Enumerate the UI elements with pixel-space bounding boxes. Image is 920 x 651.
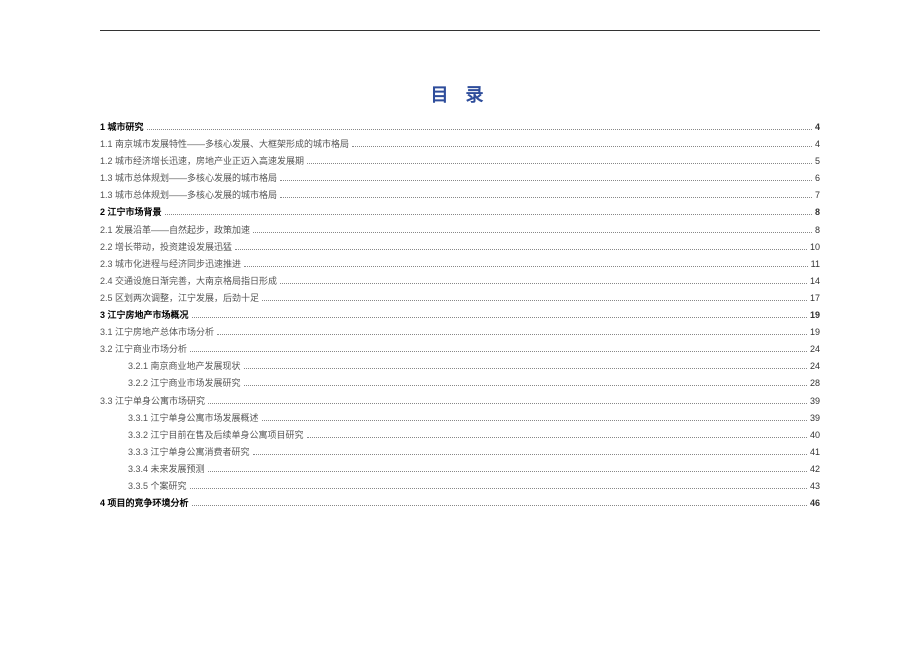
toc-leader-dots xyxy=(307,163,812,164)
toc-entry-page: 17 xyxy=(810,290,820,307)
toc-entry-label: 1.3 城市总体规划——多核心发展的城市格局 xyxy=(100,187,277,204)
toc-entry-page: 8 xyxy=(815,222,820,239)
toc-entry-label: 3.3.4 未来发展预测 xyxy=(128,461,205,478)
toc-entry: 2.1 发展沿革——自然起步，政策加速 8 xyxy=(100,222,820,239)
toc-entry-page: 8 xyxy=(815,204,820,221)
toc-entry-page: 4 xyxy=(815,119,820,136)
toc-entry-label: 2 江宁市场背景 xyxy=(100,204,162,221)
toc-leader-dots xyxy=(280,180,812,181)
header-divider xyxy=(100,30,820,31)
toc-entry: 2 江宁市场背景 8 xyxy=(100,204,820,221)
toc-entry-page: 41 xyxy=(810,444,820,461)
toc-entry: 2.5 区划两次调整，江宁发展，后劲十足 17 xyxy=(100,290,820,307)
toc-entry-page: 28 xyxy=(810,375,820,392)
toc-entry-page: 40 xyxy=(810,427,820,444)
toc-leader-dots xyxy=(253,454,807,455)
toc-entry: 3.3 江宁单身公寓市场研究 39 xyxy=(100,393,820,410)
toc-leader-dots xyxy=(244,385,807,386)
toc-entry: 3.2.1 南京商业地产发展现状 24 xyxy=(100,358,820,375)
toc-entry-label: 3.2.1 南京商业地产发展现状 xyxy=(128,358,241,375)
toc-entry-page: 39 xyxy=(810,410,820,427)
toc-entry: 3.3.3 江宁单身公寓消费者研究 41 xyxy=(100,444,820,461)
toc-entry-page: 19 xyxy=(810,307,820,324)
toc-entry-page: 7 xyxy=(815,187,820,204)
toc-entry: 2.4 交通设施日渐完善，大南京格局指日形成 14 xyxy=(100,273,820,290)
toc-leader-dots xyxy=(244,368,807,369)
toc-entry-label: 2.1 发展沿革——自然起步，政策加速 xyxy=(100,222,250,239)
toc-entry-page: 24 xyxy=(810,341,820,358)
toc-entry-label: 3.3.3 江宁单身公寓消费者研究 xyxy=(128,444,250,461)
toc-entry-page: 10 xyxy=(810,239,820,256)
toc-entry-page: 42 xyxy=(810,461,820,478)
toc-entry-page: 19 xyxy=(810,324,820,341)
toc-leader-dots xyxy=(307,437,807,438)
toc-leader-dots xyxy=(165,214,812,215)
toc-leader-dots xyxy=(235,249,807,250)
toc-leader-dots xyxy=(253,232,812,233)
toc-entry: 3.2.2 江宁商业市场发展研究 28 xyxy=(100,375,820,392)
toc-leader-dots xyxy=(244,266,808,267)
toc-entry: 1.3 城市总体规划——多核心发展的城市格局 7 xyxy=(100,187,820,204)
toc-entry-page: 6 xyxy=(815,170,820,187)
table-of-contents: 1 城市研究41.1 南京城市发展特性——多核心发展、大框架形成的城市格局41.… xyxy=(100,119,820,512)
toc-entry-label: 3.3.5 个案研究 xyxy=(128,478,187,495)
toc-entry-page: 24 xyxy=(810,358,820,375)
toc-entry-label: 2.5 区划两次调整，江宁发展，后劲十足 xyxy=(100,290,259,307)
toc-leader-dots xyxy=(280,283,807,284)
toc-entry: 3.2 江宁商业市场分析 24 xyxy=(100,341,820,358)
toc-leader-dots xyxy=(217,334,807,335)
toc-entry: 3.3.4 未来发展预测 42 xyxy=(100,461,820,478)
toc-entry-page: 5 xyxy=(815,153,820,170)
toc-entry: 2.3 城市化进程与经济同步迅速推进 11 xyxy=(100,256,820,273)
toc-entry-label: 1.3 城市总体规划——多核心发展的城市格局 xyxy=(100,170,277,187)
toc-entry: 3.1 江宁房地产总体市场分析 19 xyxy=(100,324,820,341)
toc-leader-dots xyxy=(262,300,807,301)
toc-leader-dots xyxy=(280,197,812,198)
toc-entry-label: 3.1 江宁房地产总体市场分析 xyxy=(100,324,214,341)
toc-entry-label: 4 项目的竞争环境分析 xyxy=(100,495,189,512)
toc-entry-label: 2.2 增长带动，投资建设发展迅猛 xyxy=(100,239,232,256)
toc-entry: 3.3.2 江宁目前在售及后续单身公寓项目研究 40 xyxy=(100,427,820,444)
toc-leader-dots xyxy=(147,129,812,130)
toc-leader-dots xyxy=(208,403,807,404)
toc-leader-dots xyxy=(208,471,807,472)
toc-leader-dots xyxy=(190,488,807,489)
toc-entry-page: 46 xyxy=(810,495,820,512)
toc-entry-page: 14 xyxy=(810,273,820,290)
toc-entry: 2.2 增长带动，投资建设发展迅猛 10 xyxy=(100,239,820,256)
toc-entry-label: 1.2 城市经济增长迅速，房地产业正迈入高速发展期 xyxy=(100,153,304,170)
toc-entry-label: 1 城市研究 xyxy=(100,119,144,136)
toc-entry-label: 3.3 江宁单身公寓市场研究 xyxy=(100,393,205,410)
toc-entry: 3.3.1 江宁单身公寓市场发展概述 39 xyxy=(100,410,820,427)
toc-entry-page: 39 xyxy=(810,393,820,410)
toc-leader-dots xyxy=(262,420,807,421)
toc-leader-dots xyxy=(190,351,807,352)
toc-entry-label: 3.2.2 江宁商业市场发展研究 xyxy=(128,375,241,392)
toc-entry-label: 3.3.2 江宁目前在售及后续单身公寓项目研究 xyxy=(128,427,304,444)
toc-entry-page: 11 xyxy=(811,256,820,273)
toc-entry-label: 3.3.1 江宁单身公寓市场发展概述 xyxy=(128,410,259,427)
toc-leader-dots xyxy=(352,146,812,147)
toc-entry-label: 3.2 江宁商业市场分析 xyxy=(100,341,187,358)
toc-entry: 1.2 城市经济增长迅速，房地产业正迈入高速发展期 5 xyxy=(100,153,820,170)
toc-title: 目 录 xyxy=(100,81,820,107)
toc-entry: 1.1 南京城市发展特性——多核心发展、大框架形成的城市格局 4 xyxy=(100,136,820,153)
toc-entry-label: 1.1 南京城市发展特性——多核心发展、大框架形成的城市格局 xyxy=(100,136,349,153)
toc-entry-page: 43 xyxy=(810,478,820,495)
toc-entry: 4 项目的竞争环境分析 46 xyxy=(100,495,820,512)
toc-entry-label: 2.4 交通设施日渐完善，大南京格局指日形成 xyxy=(100,273,277,290)
toc-entry-page: 4 xyxy=(815,136,820,153)
toc-entry: 1.3 城市总体规划——多核心发展的城市格局 6 xyxy=(100,170,820,187)
toc-entry: 3 江宁房地产市场概况 19 xyxy=(100,307,820,324)
toc-entry: 1 城市研究 4 xyxy=(100,119,820,136)
toc-entry-label: 3 江宁房地产市场概况 xyxy=(100,307,189,324)
toc-entry: 3.3.5 个案研究 43 xyxy=(100,478,820,495)
toc-entry-label: 2.3 城市化进程与经济同步迅速推进 xyxy=(100,256,241,273)
toc-leader-dots xyxy=(192,317,807,318)
toc-leader-dots xyxy=(192,505,807,506)
